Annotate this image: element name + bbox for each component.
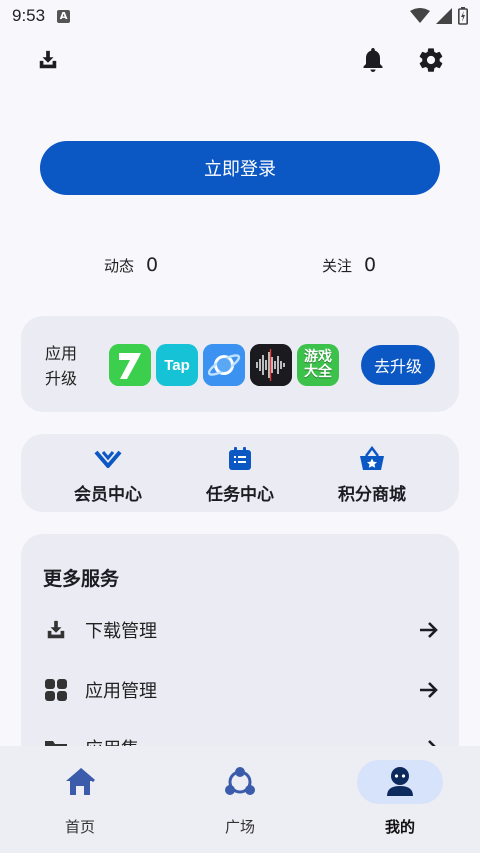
- vip-center[interactable]: 会员中心: [53, 446, 163, 506]
- notification-a-icon: A: [57, 9, 71, 23]
- more-services-title: 更多服务: [43, 568, 120, 590]
- battery-icon: [458, 7, 468, 25]
- nav-home[interactable]: 首页: [30, 760, 130, 837]
- download-tray-icon: [43, 619, 69, 641]
- stat-dynamics[interactable]: 动态 0: [104, 254, 158, 276]
- service-download-label: 下载管理: [85, 621, 157, 642]
- upgrade-button[interactable]: 去升级: [361, 345, 435, 385]
- status-time: 9:53: [12, 6, 46, 25]
- planet-browser-icon: [203, 344, 245, 386]
- task-center[interactable]: 任务中心: [185, 446, 295, 506]
- signal-icon: [436, 8, 452, 24]
- nav-home-label: 首页: [64, 818, 95, 836]
- arrow-right-icon: [419, 681, 439, 699]
- service-download-manage[interactable]: 下载管理: [43, 612, 439, 648]
- home-icon: [37, 760, 123, 804]
- login-button[interactable]: 立即登录: [40, 141, 440, 195]
- app-7-icon: [109, 344, 151, 386]
- points-mall[interactable]: 积分商城: [317, 446, 427, 506]
- arrow-right-icon: [419, 621, 439, 639]
- points-mall-label: 积分商城: [338, 485, 406, 505]
- profile-icon: [357, 760, 443, 804]
- status-right-icons: [410, 7, 468, 25]
- service-app-manage-label: 应用管理: [85, 681, 157, 702]
- stat-follow-count: 0: [364, 254, 377, 276]
- service-app-manage[interactable]: 应用管理: [43, 672, 439, 708]
- community-icon: [197, 760, 283, 804]
- apps-grid-icon: [43, 678, 69, 702]
- stat-dynamics-label: 动态: [104, 256, 135, 275]
- task-center-label: 任务中心: [206, 485, 274, 505]
- stat-follow-label: 关注: [322, 256, 353, 275]
- centers-card: 会员中心 任务中心 积分商城: [21, 434, 459, 512]
- bottom-navigation: 首页 广场 我的: [0, 746, 480, 853]
- bell-icon[interactable]: [360, 46, 386, 74]
- game-collection-icon: 游戏大全: [297, 344, 339, 386]
- gear-icon[interactable]: [417, 46, 445, 74]
- stat-dynamics-count: 0: [146, 254, 159, 276]
- download-tray-icon[interactable]: [36, 48, 60, 72]
- top-toolbar: [0, 40, 480, 84]
- taptap-icon-text: Tap: [164, 356, 190, 374]
- shopping-basket-star-icon: [359, 446, 385, 472]
- vip-center-label: 会员中心: [74, 485, 142, 505]
- task-list-icon: [228, 446, 252, 472]
- nav-mine-label: 我的: [384, 818, 415, 836]
- upgrade-label-line2: 升级: [45, 369, 78, 388]
- nav-mine[interactable]: 我的: [350, 760, 450, 837]
- game-collection-text: 游戏大全: [304, 349, 332, 380]
- stat-follow[interactable]: 关注 0: [322, 254, 376, 276]
- nav-square-label: 广场: [224, 818, 255, 836]
- upgrade-label: 应用 升级: [45, 341, 85, 391]
- app-upgrade-card[interactable]: 应用 升级 Tap 游戏大全 去升级: [21, 316, 459, 412]
- vip-chevron-icon: [94, 446, 122, 472]
- status-bar: 9:53 A: [0, 0, 480, 32]
- upgrade-label-line1: 应用: [45, 344, 78, 363]
- voice-recorder-icon: [250, 344, 292, 386]
- wifi-icon: [410, 8, 430, 23]
- taptap-icon: Tap: [156, 344, 198, 386]
- nav-square[interactable]: 广场: [190, 760, 290, 837]
